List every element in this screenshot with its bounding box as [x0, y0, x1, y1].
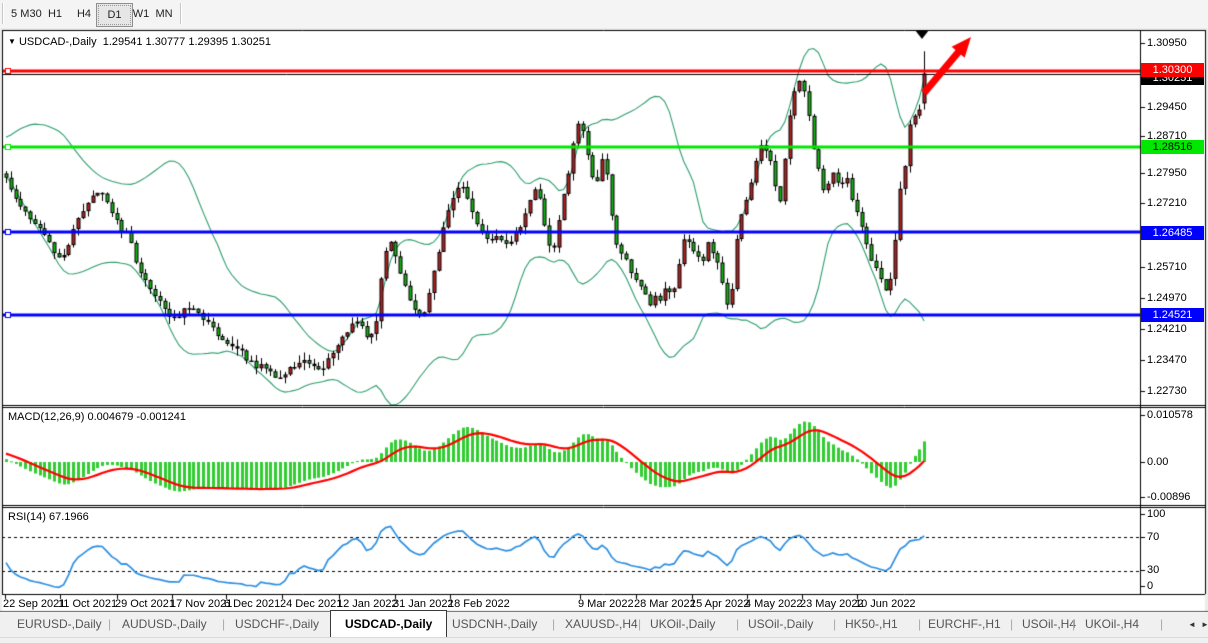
symbol-tab-eurusd-daily[interactable]: EURUSD-,Daily: [17, 612, 102, 637]
tab-separator: |: [222, 612, 225, 637]
axis-tick-label: -0.00896: [1147, 491, 1190, 503]
date-tick-label: 12 Jan 2022: [337, 598, 398, 610]
tab-separator: |: [918, 612, 921, 637]
axis-tick-label: 1.30950: [1147, 37, 1187, 49]
date-tick-label: 28 Mar 2022: [634, 598, 696, 610]
date-tick-label: 22 Sep 2021: [3, 598, 65, 610]
rsi-indicator-label: RSI(14) 67.1966: [8, 511, 89, 523]
axis-tick-label: 1.23470: [1147, 354, 1187, 366]
scroll-tabs-right-button[interactable]: ►: [1201, 612, 1208, 637]
axis-tick-label: 0.00: [1147, 456, 1168, 468]
symbol-tab-usdchf-daily[interactable]: USDCHF-,Daily: [235, 612, 319, 637]
tab-separator: |: [833, 612, 836, 637]
date-tick-label: 10 Jun 2022: [855, 598, 916, 610]
date-tick-label: 31 Jan 2022: [393, 598, 454, 610]
tab-separator: |: [108, 612, 111, 637]
axis-tick-label: 1.27210: [1147, 197, 1187, 209]
symbol-tab-ukoil-daily[interactable]: UKOil-,Daily: [650, 612, 715, 637]
timeframe-button-h4[interactable]: H4: [69, 3, 99, 25]
symbol-tab-eurchf-h1[interactable]: EURCHF-,H1: [928, 612, 1001, 637]
date-tick-label: 9 Mar 2022: [578, 598, 634, 610]
toolbar-separator: [180, 3, 182, 24]
timeframe-toolbar: 5M30H1H4D1W1MN: [0, 0, 1208, 28]
axis-tick-label: 1.24210: [1147, 323, 1187, 335]
tab-separator: |: [1010, 612, 1013, 637]
axis-tick-label: 1.27950: [1147, 167, 1187, 179]
symbol-tab-audusd-daily[interactable]: AUDUSD-,Daily: [122, 612, 207, 637]
symbol-tab-usdcad-daily[interactable]: USDCAD-,Daily: [330, 610, 447, 638]
date-tick-label: 29 Oct 2021: [115, 598, 175, 610]
price-level-badge: 1.28516: [1141, 140, 1204, 154]
price-level-badge: 1.24521: [1141, 308, 1204, 322]
axis-tick-label: 0: [1147, 580, 1153, 592]
tab-separator: |: [1072, 612, 1075, 637]
symbol-tab-usoil-h4[interactable]: USOil-,H4: [1022, 612, 1076, 637]
date-tick-label: 24 Dec 2021: [280, 598, 342, 610]
tab-separator: |: [552, 612, 555, 637]
symbol-tab-hk50-h1[interactable]: HK50-,H1: [845, 612, 898, 637]
date-tick-label: 11 Oct 2021: [58, 598, 117, 610]
dropdown-triangle-icon[interactable]: ▼: [8, 37, 16, 46]
date-tick-label: 6 Dec 2021: [224, 598, 280, 610]
chart-title-text: USDCAD-,Daily 1.29541 1.30777 1.29395 1.…: [19, 36, 271, 48]
axis-tick-label: 1.24970: [1147, 292, 1187, 304]
toolbar-separator: [2, 3, 4, 24]
symbol-tab-ukoil-h4[interactable]: UKOil-,H4: [1085, 612, 1139, 637]
symbol-tab-usdcnh-daily[interactable]: USDCNH-,Daily: [452, 612, 537, 637]
axis-tick-label: 0.010578: [1147, 409, 1193, 421]
mt4-window: 5M30H1H4D1W1MN ▼ USDCAD-,Daily 1.29541 1…: [0, 0, 1208, 643]
tab-separator: |: [736, 612, 739, 637]
macd-indicator-label: MACD(12,26,9) 0.004679 -0.001241: [8, 411, 186, 423]
symbol-tabs-bar: EURUSD-,Daily AUDUSD-,Daily USDCHF-,Daily U…: [0, 612, 1208, 637]
date-tick-label: 18 Feb 2022: [448, 598, 510, 610]
date-tick-label: 15 Apr 2022: [690, 598, 749, 610]
chart-title: ▼ USDCAD-,Daily 1.29541 1.30777 1.29395 …: [8, 36, 271, 48]
timeframe-button-mn[interactable]: MN: [148, 3, 180, 25]
axis-tick-label: 100: [1147, 508, 1165, 520]
axis-tick-label: 30: [1147, 564, 1159, 576]
axis-tick-label: 1.25710: [1147, 261, 1187, 273]
axis-tick-label: 1.22730: [1147, 385, 1187, 397]
symbol-tab-usoil-daily[interactable]: USOil-,Daily: [748, 612, 813, 637]
tab-separator: |: [1160, 612, 1163, 637]
price-level-badge: 1.26485: [1141, 226, 1204, 240]
scroll-tabs-left-button[interactable]: ◄: [1188, 612, 1196, 637]
status-strip: [0, 637, 1208, 643]
symbol-tab-xauusd-h4[interactable]: XAUUSD-,H4: [565, 612, 638, 637]
axis-tick-label: 1.29450: [1147, 101, 1187, 113]
tab-separator: |: [638, 612, 641, 637]
timeframe-button-h1[interactable]: H1: [40, 3, 70, 25]
price-chart-canvas[interactable]: [0, 0, 1208, 643]
date-tick-label: 4 May 2022: [745, 598, 802, 610]
axis-tick-label: 70: [1147, 531, 1159, 543]
price-level-badge: 1.30300: [1141, 63, 1204, 77]
